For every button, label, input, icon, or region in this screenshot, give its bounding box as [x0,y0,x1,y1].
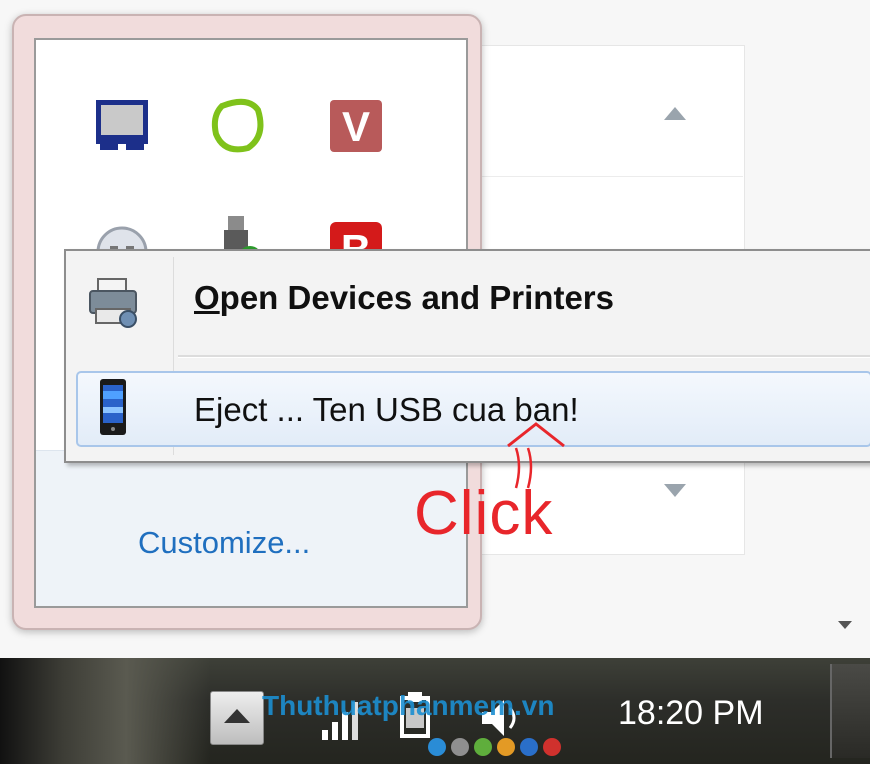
list-separator [456,176,743,177]
dot-icon [520,738,538,756]
dropdown-arrow-icon[interactable] [838,621,852,629]
dot-icon [451,738,469,756]
taskbar-clock[interactable]: 18:20 PM [618,694,764,733]
menu-item-label: Open Devices and Printers [194,279,614,316]
dot-icon [543,738,561,756]
flyout-footer: Customize... [36,450,466,606]
watermark-dots [428,738,566,758]
dot-icon [474,738,492,756]
customize-link[interactable]: Customize... [138,525,310,561]
dot-icon [497,738,515,756]
dot-icon [428,738,446,756]
menu-item-eject-usb[interactable]: Eject ... Ten USB cua ban! [76,371,870,447]
green-ring-icon[interactable] [208,96,268,156]
v-app-icon[interactable]: V [326,96,386,156]
monitor-icon[interactable] [92,96,152,156]
menu-separator [178,355,870,358]
scroll-up-arrow-icon[interactable] [664,107,686,120]
context-menu: Open Devices and Printers Eject ... Ten … [64,249,870,463]
show-hidden-icons-button[interactable] [210,691,264,745]
taskbar-background [0,658,210,764]
phone-device-icon [100,379,126,435]
watermark-text: Thuthuatphanmem.vn [262,690,555,721]
scroll-down-arrow-icon[interactable] [664,484,686,497]
show-desktop-button[interactable] [830,664,870,758]
menu-item-open-devices-and-printers[interactable]: Open Devices and Printers [76,265,870,335]
printer-icon [89,278,137,328]
svg-text:V: V [342,103,370,150]
annotation-text: Click [414,479,554,548]
